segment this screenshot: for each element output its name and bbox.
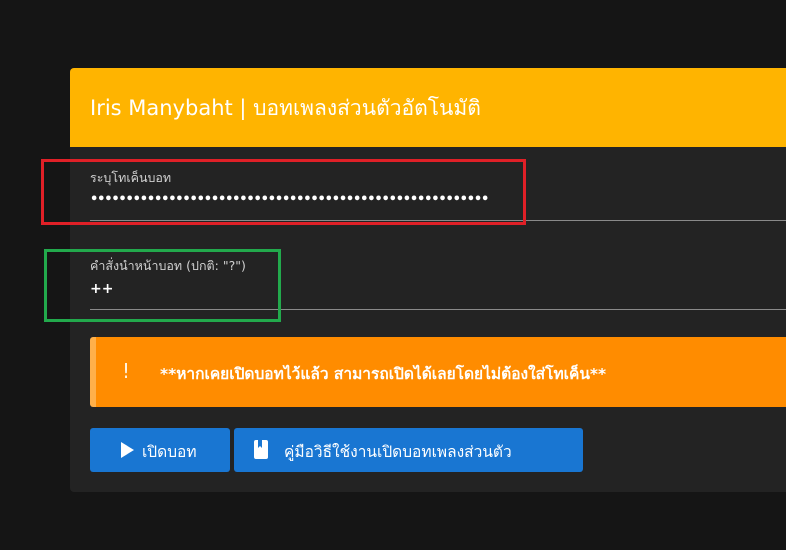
token-highlight-box xyxy=(41,159,526,225)
play-icon xyxy=(121,442,134,458)
guide-label: คู่มือวิธีใช้งานเปิดบอทเพลงส่วนตัว xyxy=(284,443,512,461)
guide-button[interactable]: คู่มือวิธีใช้งานเปิดบอทเพลงส่วนตัว xyxy=(234,428,583,472)
open-bot-button[interactable]: เปิดบอท xyxy=(90,428,230,472)
alert-text: **หากเคยเปิดบอทไว้แล้ว สามารถเปิดได้เลยโ… xyxy=(160,365,607,383)
open-bot-label: เปิดบอท xyxy=(142,443,197,461)
book-icon xyxy=(254,440,268,459)
page-title: Iris Manybaht | บอทเพลงส่วนตัวอัตโนมัติ xyxy=(90,96,481,120)
info-alert: ! **หากเคยเปิดบอทไว้แล้ว สามารถเปิดได้เล… xyxy=(90,337,786,407)
prefix-highlight-box xyxy=(44,249,281,322)
card-header: Iris Manybaht | บอทเพลงส่วนตัวอัตโนมัติ xyxy=(70,68,786,147)
exclamation-icon: ! xyxy=(122,359,131,383)
